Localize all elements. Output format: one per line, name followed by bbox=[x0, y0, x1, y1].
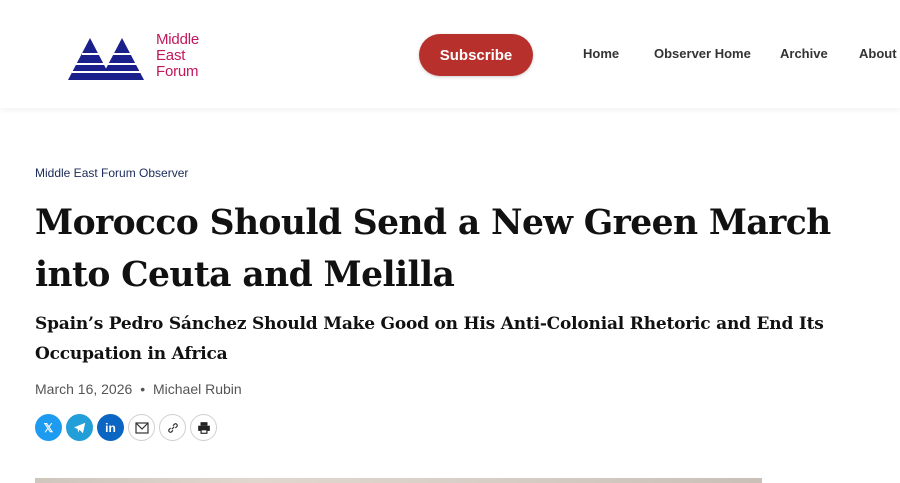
link-icon bbox=[167, 422, 178, 433]
mef-logo-icon bbox=[68, 38, 148, 80]
site-header: Middle East Forum Subscribe Home Observe… bbox=[0, 0, 900, 108]
meta-separator: • bbox=[140, 381, 146, 397]
subscribe-button[interactable]: Subscribe bbox=[419, 34, 533, 76]
article-title: Morocco Should Send a New Green March in… bbox=[35, 203, 831, 295]
share-telegram-button[interactable] bbox=[66, 414, 93, 441]
share-email-button[interactable] bbox=[128, 414, 155, 441]
article-date: March 16, 2026 bbox=[35, 381, 133, 397]
linkedin-icon: in bbox=[105, 420, 116, 435]
x-icon: 𝕏 bbox=[43, 420, 54, 435]
nav-about[interactable]: About bbox=[859, 46, 897, 64]
article-author[interactable]: Michael Rubin bbox=[153, 381, 242, 397]
article-subtitle: Spain’s Pedro Sánchez Should Make Good o… bbox=[35, 314, 824, 364]
telegram-icon bbox=[73, 422, 85, 433]
article-category[interactable]: Middle East Forum Observer bbox=[35, 166, 188, 180]
share-bar: 𝕏 in bbox=[35, 414, 217, 441]
share-linkedin-button[interactable]: in bbox=[97, 414, 124, 441]
nav-home[interactable]: Home bbox=[583, 46, 619, 64]
logo-wordmark: Middle East Forum bbox=[156, 31, 199, 80]
copy-link-button[interactable] bbox=[159, 414, 186, 441]
share-x-button[interactable]: 𝕏 bbox=[35, 414, 62, 441]
email-icon bbox=[134, 421, 149, 434]
print-button[interactable] bbox=[190, 414, 217, 441]
article-meta: March 16, 2026 • Michael Rubin bbox=[35, 381, 242, 397]
site-logo[interactable]: Middle East Forum bbox=[66, 30, 226, 82]
nav-archive[interactable]: Archive bbox=[780, 46, 828, 64]
article-hero-image bbox=[35, 478, 762, 483]
nav-observer-home[interactable]: Observer Home bbox=[654, 46, 751, 64]
printer-icon bbox=[197, 421, 210, 434]
